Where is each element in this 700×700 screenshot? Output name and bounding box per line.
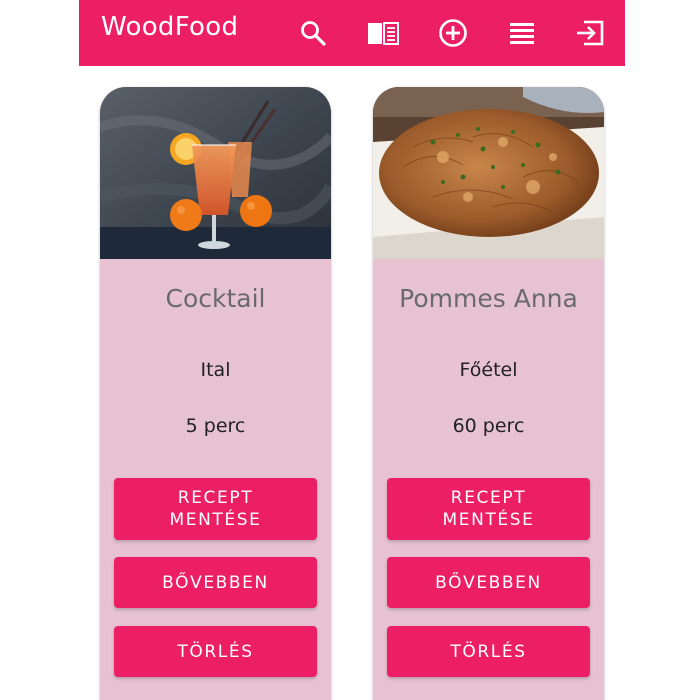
recipe-title: Pommes Anna	[399, 284, 578, 313]
delete-button[interactable]: TÖRLÉS	[114, 626, 317, 677]
recipe-card: Cocktail Ital 5 perc RECEPT MENTÉSE BŐVE…	[100, 87, 331, 700]
recipe-time: 5 perc	[185, 415, 246, 437]
add-circle-icon[interactable]	[431, 11, 475, 55]
recipe-category: Főétel	[459, 359, 518, 381]
navbar: WoodFood	[79, 0, 625, 66]
save-recipe-button[interactable]: RECEPT MENTÉSE	[387, 478, 590, 540]
recipe-image-pommes-anna	[373, 87, 604, 259]
save-recipe-button[interactable]: RECEPT MENTÉSE	[114, 478, 317, 540]
recipe-image-cocktail	[100, 87, 331, 259]
book-icon[interactable]	[361, 11, 405, 55]
more-button[interactable]: BŐVEBBEN	[114, 557, 317, 608]
list-icon[interactable]	[500, 11, 544, 55]
recipe-time: 60 perc	[452, 415, 525, 437]
recipe-category: Ital	[200, 359, 231, 381]
delete-button[interactable]: TÖRLÉS	[387, 626, 590, 677]
recipe-title: Cocktail	[165, 284, 266, 313]
search-icon[interactable]	[291, 11, 335, 55]
logout-icon[interactable]	[568, 11, 612, 55]
more-button[interactable]: BŐVEBBEN	[387, 557, 590, 608]
recipe-card: Pommes Anna Főétel 60 perc RECEPT MENTÉS…	[373, 87, 604, 700]
brand-title[interactable]: WoodFood	[101, 12, 238, 42]
app-root: WoodFood Cocktail Ital 5 perc RECEPT MEN…	[79, 0, 625, 700]
